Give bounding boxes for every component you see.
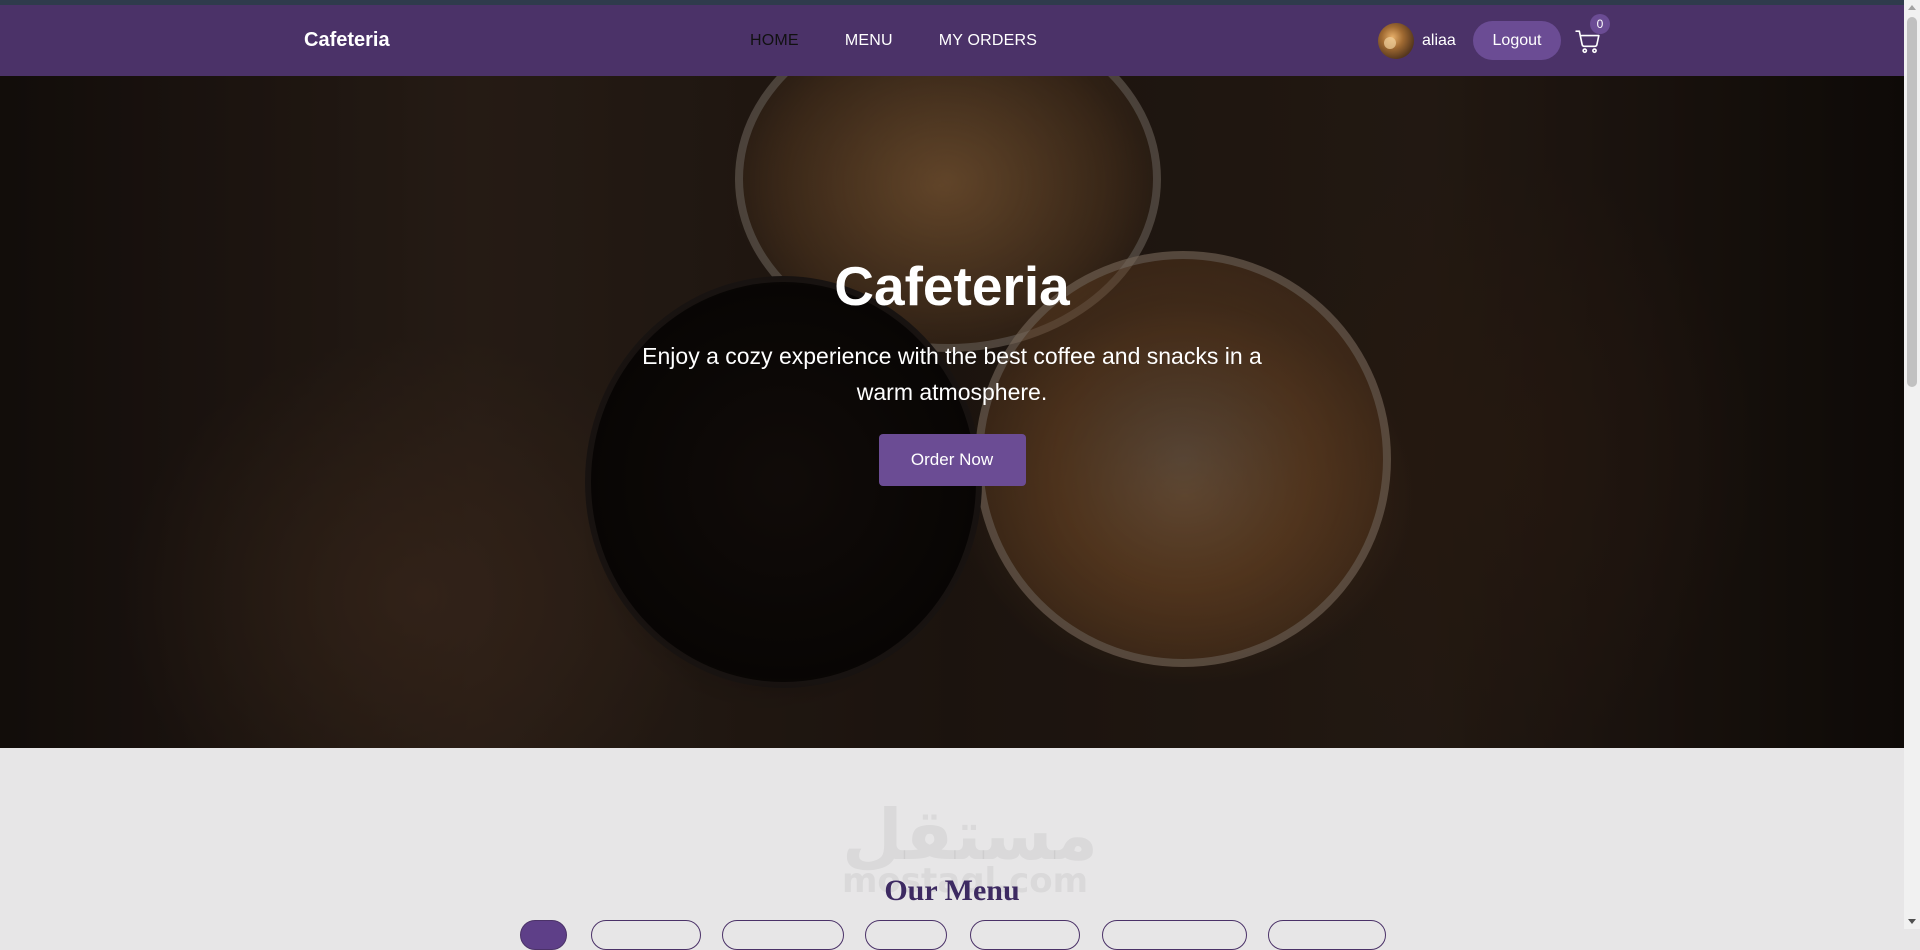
menu-tab[interactable] [865,920,947,950]
nav-link-menu[interactable]: MENU [845,32,893,50]
menu-title: Our Menu [884,873,1020,907]
menu-tab[interactable] [591,920,701,950]
menu-tab[interactable] [520,920,567,950]
hero-content: Cafeteria Enjoy a cozy experience with t… [0,256,1904,486]
scroll-thumb[interactable] [1907,17,1917,387]
page-scrollbar[interactable] [1904,0,1920,929]
menu-tab[interactable] [722,920,844,950]
hero-title: Cafeteria [834,255,1070,317]
scroll-down-arrow-icon[interactable] [1908,919,1916,924]
username: aliaa [1422,32,1456,49]
nav-link-home[interactable]: HOME [750,32,799,50]
menu-tab[interactable] [1268,920,1386,950]
logout-button[interactable]: Logout [1473,21,1561,60]
hero-section: Cafeteria Enjoy a cozy experience with t… [0,76,1904,748]
navbar: Cafeteria HOME MENU MY ORDERS aliaa Logo… [0,5,1904,76]
scroll-up-arrow-icon[interactable] [1908,5,1916,10]
nav-link-my-orders[interactable]: MY ORDERS [939,32,1037,50]
menu-tab[interactable] [970,920,1080,950]
nav-links: HOME MENU MY ORDERS [750,32,1037,50]
brand-logo[interactable]: Cafeteria [304,29,390,52]
menu-tab[interactable] [1102,920,1247,950]
order-now-button[interactable]: Order Now [878,434,1026,486]
hero-text: Enjoy a cozy experience with the best co… [642,343,1262,405]
avatar[interactable] [1378,23,1414,59]
cart-count-badge: 0 [1590,14,1610,34]
watermark-arabic: مستقل [842,794,1099,876]
